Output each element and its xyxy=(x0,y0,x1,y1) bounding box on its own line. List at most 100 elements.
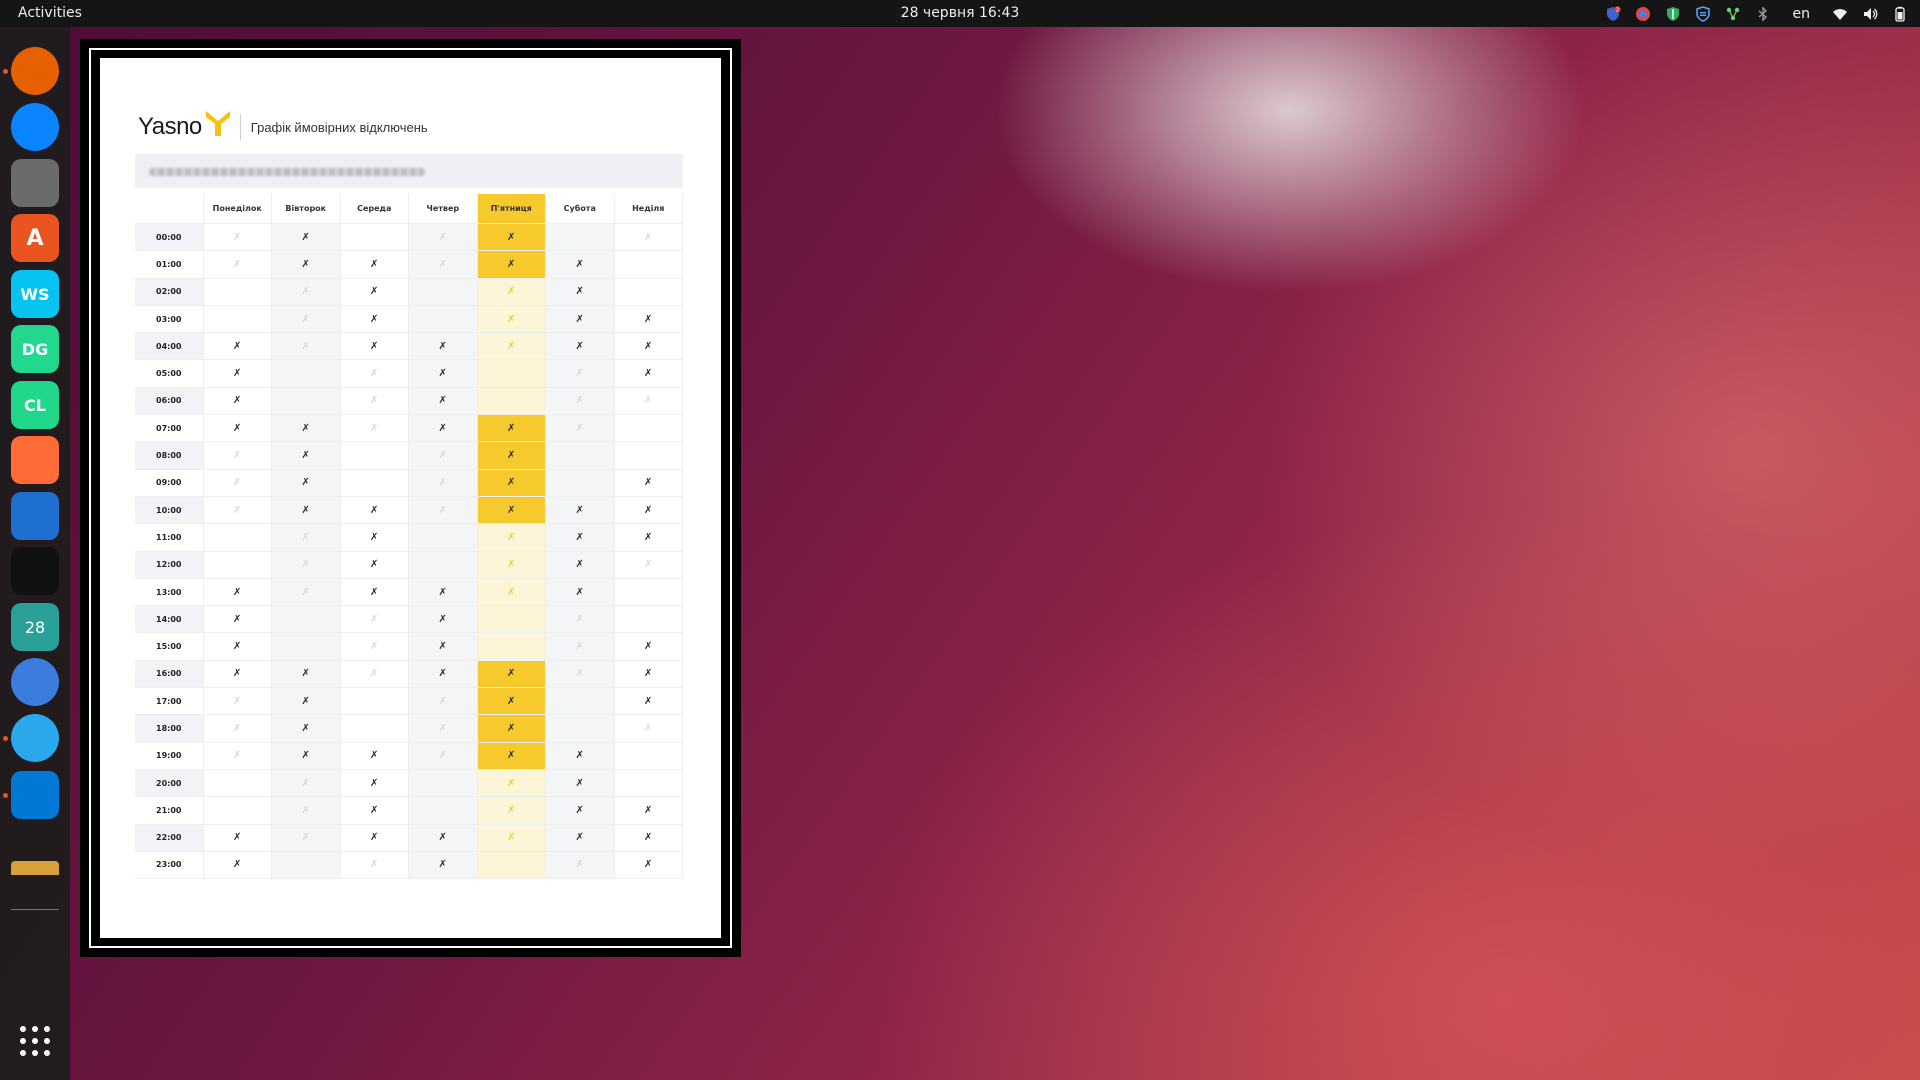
schedule-cell xyxy=(340,688,409,716)
time-cell: 16:00 xyxy=(135,660,204,689)
schedule-cell: ✗ xyxy=(203,333,272,361)
dock-vscode[interactable] xyxy=(11,771,59,819)
time-cell: 01:00 xyxy=(135,251,204,279)
dock-chromium[interactable] xyxy=(11,658,59,706)
bluetooth-icon[interactable] xyxy=(1755,5,1771,22)
day-header: П'ятниця xyxy=(477,194,546,224)
outage-icon: ✗ xyxy=(575,286,584,298)
outage-icon: ✗ xyxy=(507,504,516,516)
table-row: 06:00 ✗ ✗ ✗ ✗ ✗ xyxy=(135,387,683,416)
schedule-cell: ✗ xyxy=(409,824,478,852)
redacted-address xyxy=(149,168,425,176)
shield-icon[interactable] xyxy=(1695,5,1711,22)
possible-outage-icon: ✗ xyxy=(438,258,447,270)
schedule-cell xyxy=(272,360,341,388)
dock-files[interactable] xyxy=(11,159,59,207)
table-row: 08:00 ✗ ✗ ✗ ✗ xyxy=(135,442,683,470)
dock-postman[interactable] xyxy=(11,436,59,484)
possible-outage-icon: ✗ xyxy=(575,668,584,680)
dock-app-center[interactable]: A xyxy=(11,214,59,262)
schedule-cell: ✗ xyxy=(409,688,478,716)
schedule-cell: ✗ xyxy=(340,551,409,579)
schedule-cell: ✗ xyxy=(477,333,546,361)
time-cell: 11:00 xyxy=(135,524,204,552)
schedule-cell: ✗ xyxy=(614,633,683,661)
dock-firefox[interactable] xyxy=(11,47,59,95)
schedule-cell: ✗ xyxy=(340,305,409,334)
outage-icon: ✗ xyxy=(507,422,516,434)
vpn-icon[interactable] xyxy=(1635,6,1651,22)
schedule-cell: ✗ xyxy=(272,769,341,798)
schedule-cell: ✗ xyxy=(272,278,341,306)
guard-icon[interactable] xyxy=(1665,6,1681,22)
show-applications-button[interactable] xyxy=(11,1017,59,1065)
dock-datagrip[interactable]: DG xyxy=(11,325,59,373)
table-row: 09:00 ✗ ✗ ✗ ✗ ✗ xyxy=(135,469,683,497)
clock[interactable]: 28 червня 16:43 xyxy=(901,5,1020,21)
possible-outage-icon: ✗ xyxy=(301,586,310,598)
time-cell: 08:00 xyxy=(135,442,204,470)
schedule-cell xyxy=(477,606,546,634)
schedule-cell: ✗ xyxy=(340,360,409,388)
dock-webstorm[interactable]: WS xyxy=(11,270,59,318)
dock-vpn-shield[interactable] xyxy=(11,492,59,540)
volume-icon[interactable] xyxy=(1862,6,1878,22)
schedule-cell: ✗ xyxy=(272,578,341,607)
shield-badge-icon[interactable]: 2 xyxy=(1605,5,1621,22)
dock-calendar[interactable]: 28 xyxy=(11,603,59,651)
schedule-cell: ✗ xyxy=(614,851,683,880)
schedule-cell: ✗ xyxy=(340,851,409,880)
schedule-cell: ✗ xyxy=(477,251,546,279)
possible-outage-icon: ✗ xyxy=(644,395,653,407)
schedule-cell: ✗ xyxy=(477,797,546,825)
schedule-cell: ✗ xyxy=(272,415,341,443)
dock-image-viewer[interactable] xyxy=(11,861,59,875)
schedule-cell: ✗ xyxy=(546,278,615,306)
activities-button[interactable]: Activities xyxy=(18,5,82,21)
time-cell: 09:00 xyxy=(135,469,204,497)
running-indicator xyxy=(3,69,8,74)
schedule-cell: ✗ xyxy=(409,660,478,689)
possible-outage-icon: ✗ xyxy=(507,804,516,816)
schedule-cell: ✗ xyxy=(203,442,272,470)
wifi-icon[interactable] xyxy=(1832,6,1848,22)
dock-telegram[interactable] xyxy=(11,714,59,762)
outage-icon: ✗ xyxy=(370,313,379,325)
time-cell: 14:00 xyxy=(135,606,204,634)
outage-icon: ✗ xyxy=(438,340,447,352)
schedule-cell xyxy=(477,387,546,416)
possible-outage-icon: ✗ xyxy=(301,340,310,352)
schedule-cell: ✗ xyxy=(203,688,272,716)
possible-outage-icon: ✗ xyxy=(233,695,242,707)
possible-outage-icon: ✗ xyxy=(438,450,447,462)
schedule-cell: ✗ xyxy=(409,251,478,279)
outage-icon: ✗ xyxy=(644,504,653,516)
outage-icon: ✗ xyxy=(438,668,447,680)
schedule-cell xyxy=(409,524,478,552)
schedule-cell: ✗ xyxy=(546,851,615,880)
schedule-cell xyxy=(203,278,272,306)
outage-icon: ✗ xyxy=(507,750,516,762)
document-header: Yasno Графік ймовірних відключень xyxy=(138,107,428,147)
schedule-cell: ✗ xyxy=(203,387,272,416)
possible-outage-icon: ✗ xyxy=(301,777,310,789)
language-indicator[interactable]: en xyxy=(1793,6,1811,22)
schedule-cell: ✗ xyxy=(203,224,272,252)
dock-teams[interactable] xyxy=(11,547,59,595)
schedule-cell: ✗ xyxy=(203,496,272,525)
battery-icon[interactable] xyxy=(1892,6,1908,22)
outage-icon: ✗ xyxy=(370,531,379,543)
webstorm-icon: WS xyxy=(20,284,50,304)
outage-icon: ✗ xyxy=(301,668,310,680)
network-share-icon[interactable] xyxy=(1725,6,1741,22)
day-header: Субота xyxy=(546,194,615,224)
dock-clion[interactable]: CL xyxy=(11,381,59,429)
dock-thunderbird[interactable] xyxy=(11,103,59,151)
outage-icon: ✗ xyxy=(370,804,379,816)
time-cell: 10:00 xyxy=(135,496,204,525)
schedule-cell: ✗ xyxy=(203,469,272,497)
schedule-cell: ✗ xyxy=(614,387,683,416)
outage-icon: ✗ xyxy=(301,722,310,734)
schedule-cell xyxy=(546,224,615,252)
schedule-cell: ✗ xyxy=(272,305,341,334)
